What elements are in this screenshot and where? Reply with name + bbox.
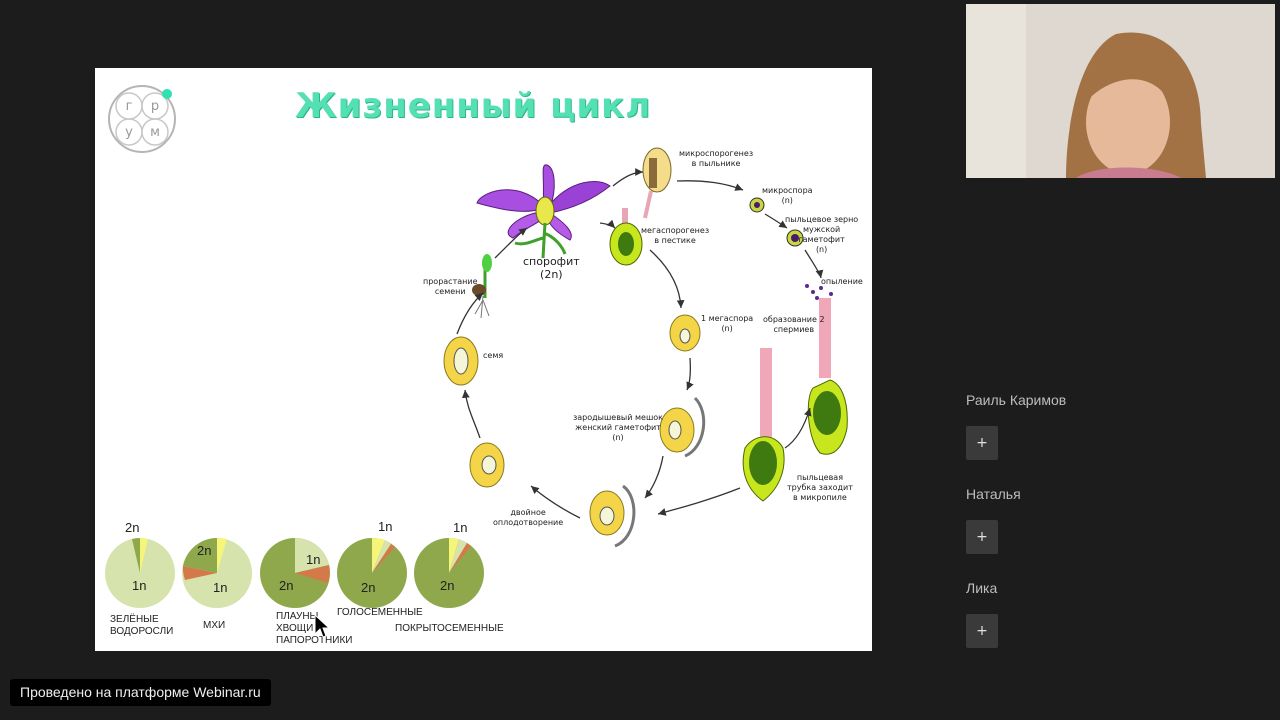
label-one-megaspore: 1 мегаспора (n) [701,314,754,333]
anther-illustration [642,147,672,219]
mouse-cursor-icon [314,614,330,638]
participant-name-1: Раиль Каримов [966,392,1067,408]
label-embryo-sac: зародышевый мешок женский гаметофит (n) [573,413,663,442]
pie-algae-caption: ЗЕЛЁНЫЕ ВОДОРОСЛИ [110,614,174,637]
add-participant-3-button[interactable]: + [966,614,998,648]
platform-badge[interactable]: Проведено на платформе Webinar.ru [10,679,271,706]
pie-ferns-inner: 2n [279,578,294,593]
pie-mosses [182,537,252,608]
pie-gymno-inner: 2n [361,580,376,595]
pie-algae-top: 2n [125,520,140,535]
label-microsporogenesis: микроспорогенез в пыльнике [679,149,754,168]
pie-angiosperms [414,537,484,608]
participant-name-2: Наталья [966,486,1021,502]
presenter-video [966,4,1275,178]
pie-ferns [260,538,330,608]
label-pollen-tube: пыльцевая трубка заходит в микропиле [787,473,853,502]
pie-angio-top: 1n [453,520,468,535]
label-pollination: опыление [821,277,863,286]
participant-name-3: Лика [966,580,998,596]
pie-angio-inner: 2n [440,578,455,593]
label-megasporogenesis: мегаспорогенез в пестике [641,226,710,245]
pie-green-algae [105,538,175,608]
pie-angio-caption: ПОКРЫТОСЕМЕННЫЕ [395,623,504,634]
pie-mosses-caption: МХИ [203,620,226,631]
label-seed: семя [483,351,504,360]
label-double-fertilization: двойное оплодотворение [493,508,564,527]
label-germination: прорастание семени [423,277,478,296]
flower-illustration [476,164,611,259]
pie-gymno-top: 1n [378,519,393,534]
pie-mosses-inner-top: 2n [197,543,212,558]
pie-gymnosperms [337,537,407,608]
presentation-slide: г р у м Жизненный цикл спорофит (2n) мик… [95,68,872,651]
pistil-illustration [609,208,643,266]
add-participant-2-button[interactable]: + [966,520,998,554]
label-microspore: микроспора (n) [762,186,813,205]
label-sporophyte: спорофит (2n) [523,255,580,281]
add-participant-1-button[interactable]: + [966,426,998,460]
label-sperm-formation: образование 2 спермиев [763,315,825,334]
presenter-avatar [966,4,1275,178]
pie-algae-inner: 1n [132,578,147,593]
pie-gymno-caption: ГОЛОСЕМЕННЫЕ [337,607,423,618]
pie-mosses-inner: 1n [213,580,228,595]
pie-ferns-inner-top: 1n [306,552,321,567]
label-pollen-grain: пыльцевое зерно мужской гаметофит (n) [785,215,859,254]
